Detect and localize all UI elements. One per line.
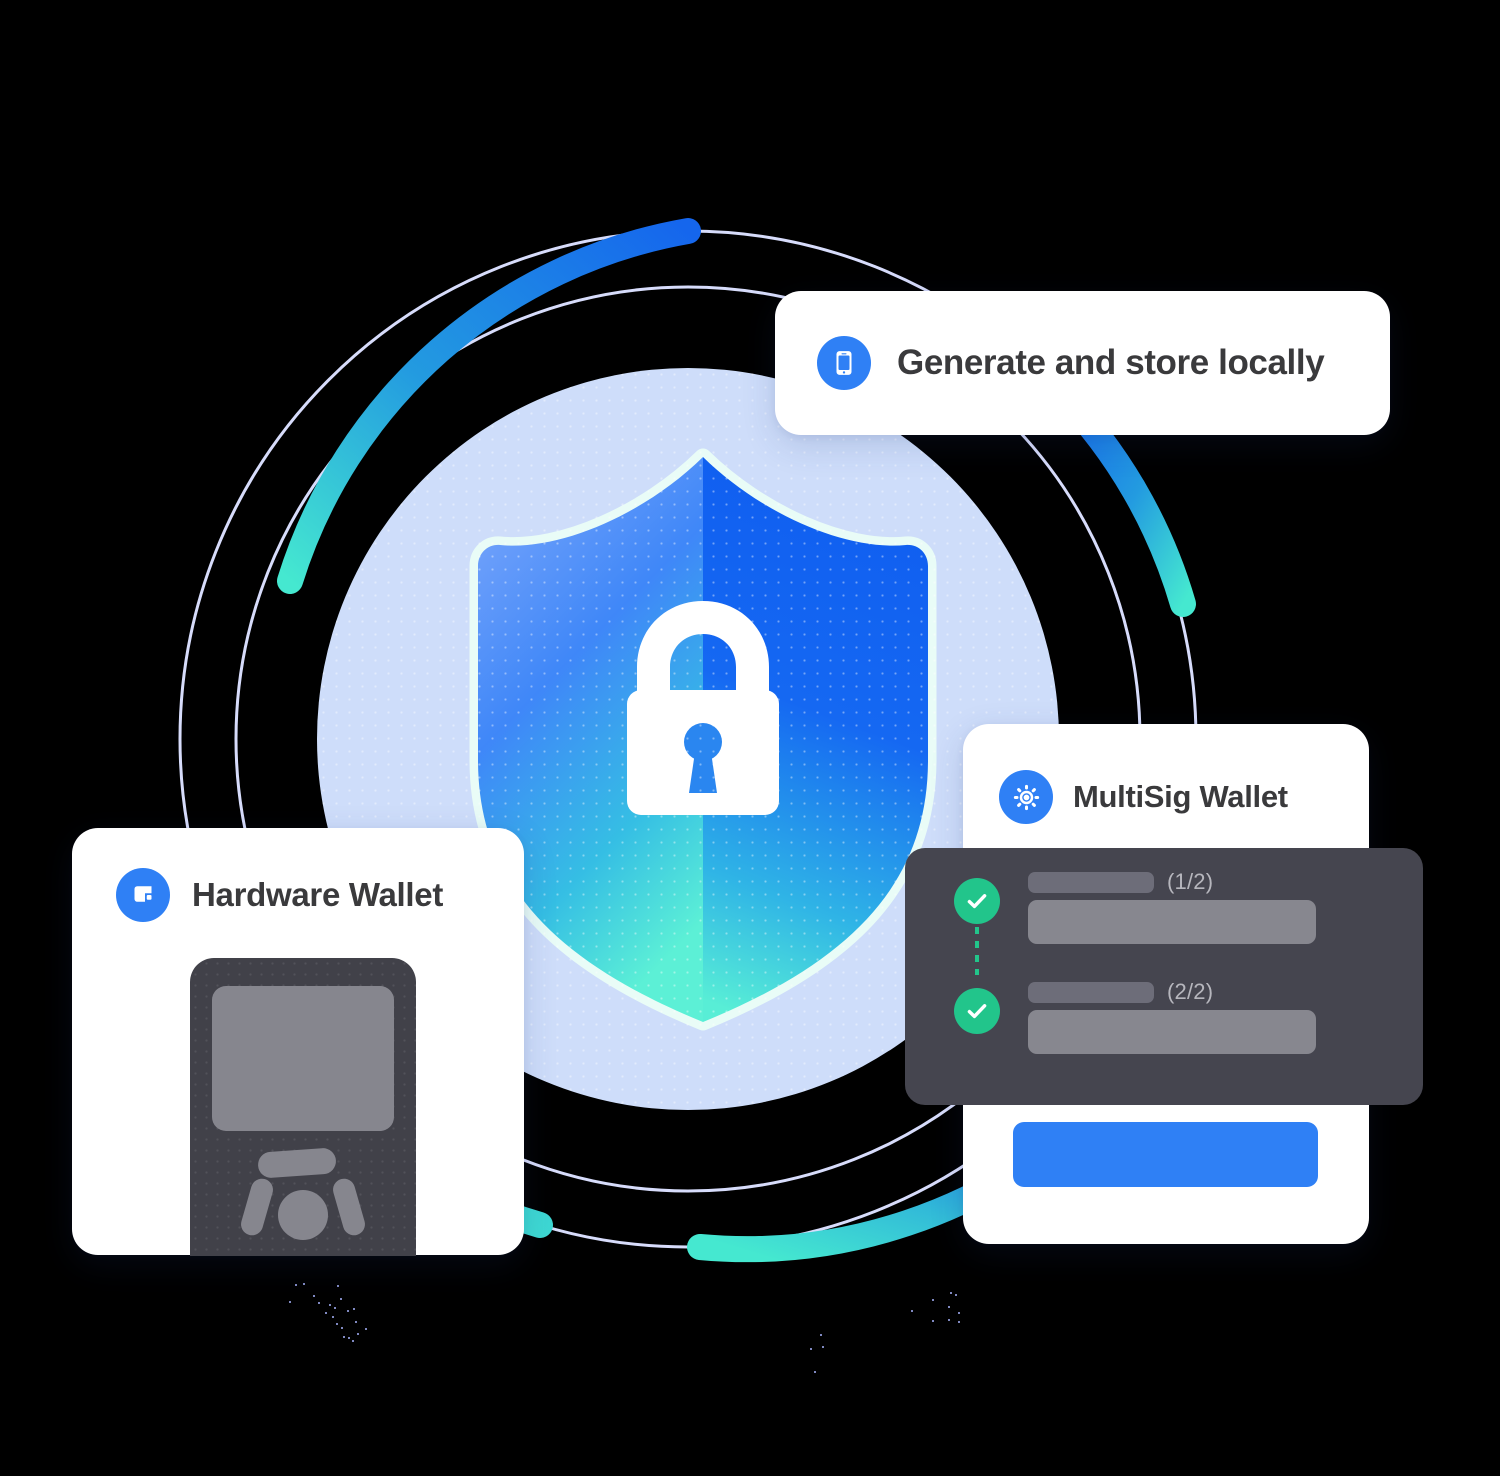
card-multisig-title: MultiSig Wallet [1073, 779, 1288, 814]
placeholder-bar-small [1028, 981, 1154, 1003]
signature-panel: (1/2) (2/2) [905, 848, 1423, 1105]
signature-label: (1/2) [1028, 869, 1213, 895]
placeholder-bar-small [1028, 871, 1154, 893]
device-control-pad [238, 1147, 368, 1256]
shield-outline [469, 448, 937, 1031]
card-generate-title: Generate and store locally [897, 343, 1325, 382]
check-icon [954, 878, 1000, 924]
pad-left [238, 1176, 276, 1238]
signature-count: (2/2) [1167, 979, 1214, 1004]
pad-right [330, 1176, 368, 1238]
signature-count: (1/2) [1167, 869, 1214, 894]
signature-list: (1/2) (2/2) [954, 869, 1395, 1079]
signature-connector [975, 927, 979, 975]
signature-row: (2/2) [954, 979, 1395, 1067]
card-hardware-title: Hardware Wallet [192, 876, 444, 913]
pad-center-button [278, 1190, 328, 1240]
card-hardware-header: Hardware Wallet [116, 868, 443, 922]
confirm-button[interactable] [1013, 1122, 1318, 1187]
pad-top [257, 1147, 337, 1179]
signature-row: (1/2) [954, 869, 1395, 975]
device-screen [212, 986, 394, 1131]
illustration-stage: Generate and store locally Hardware Wall… [0, 0, 1500, 1476]
placeholder-bar-large [1028, 900, 1316, 944]
multisig-gear-icon [999, 770, 1053, 824]
hardware-wallet-device [190, 958, 416, 1256]
shield-icon [478, 457, 928, 1022]
card-generate-and-store-locally[interactable]: Generate and store locally [775, 291, 1390, 435]
dot-cluster-center [790, 1330, 850, 1390]
dot-cluster-right [910, 1290, 970, 1350]
check-icon [954, 988, 1000, 1034]
hardware-wallet-icon [116, 868, 170, 922]
card-multisig-header: MultiSig Wallet [999, 770, 1288, 824]
outer-arc-top-left [277, 218, 701, 594]
signature-label: (2/2) [1028, 979, 1213, 1005]
placeholder-bar-large [1028, 1010, 1316, 1054]
lock-icon [627, 601, 779, 815]
dot-cluster-left [285, 1280, 415, 1370]
smartphone-icon [817, 336, 871, 390]
